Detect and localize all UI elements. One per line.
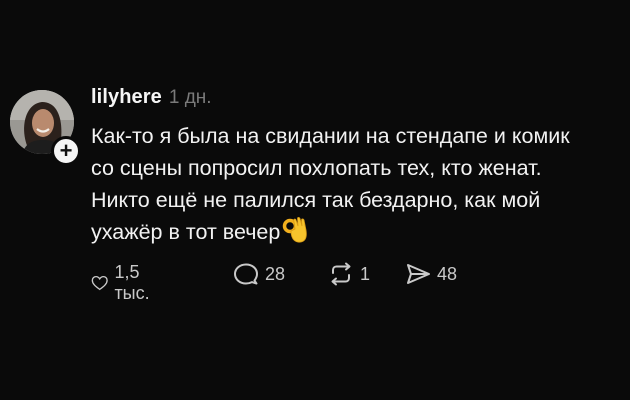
repost-count: 1	[360, 263, 371, 284]
post-text-line: Как-то я была на свидании на стендапе и …	[91, 124, 570, 148]
like-button[interactable]: 1,5 тыс.	[91, 262, 158, 304]
heart-icon	[91, 275, 108, 291]
post-text-line: Никто ещё не палился так бездарно, как м…	[91, 188, 541, 212]
follow-button[interactable]: +	[51, 136, 81, 166]
speech-bubble-icon	[234, 263, 258, 285]
repost-button[interactable]: 1	[328, 262, 370, 286]
post-text: Как-то я была на свидании на стендапе и …	[91, 120, 611, 253]
post-text-line: со сцены попросил похлопать тех, кто жен…	[91, 156, 542, 180]
post-text-line: ухажёр в тот вечер	[91, 216, 611, 253]
timestamp: 1 дн.	[168, 87, 212, 108]
share-button[interactable]: 48	[405, 262, 457, 286]
like-count: 1,5 тыс.	[114, 262, 150, 303]
share-count: 48	[437, 263, 458, 284]
reply-button[interactable]: 28	[233, 262, 285, 286]
username[interactable]: lilyhere	[91, 86, 162, 109]
ok-hand-emoji	[282, 216, 308, 253]
send-icon	[407, 264, 430, 284]
post: + lilyhere 1 дн. Как-то я была на свидан…	[0, 0, 630, 400]
reply-count: 28	[265, 263, 286, 284]
post-header: lilyhere 1 дн.	[91, 86, 212, 109]
repost-icon	[331, 262, 351, 286]
post-text-line-content: ухажёр в тот вечер	[91, 220, 281, 244]
